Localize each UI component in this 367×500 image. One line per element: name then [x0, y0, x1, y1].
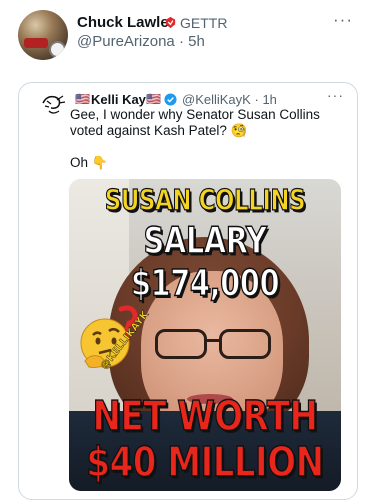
gettr-logo-icon	[165, 16, 176, 29]
glasses-right-lens	[219, 329, 271, 359]
us-flag-left: 🇺🇸	[75, 92, 90, 106]
meme-headline-salary: SALARY $174,000	[130, 218, 280, 305]
avatar-car-image	[24, 38, 48, 48]
post-time[interactable]: 5h	[188, 33, 205, 50]
separator-dot: ·	[178, 33, 184, 50]
meme-image[interactable]: SUSAN COLLINS SALARY $174,000 @KELLIKAYK…	[69, 179, 341, 491]
quoted-post-text: Gee, I wonder why Senator Susan Collins …	[70, 107, 320, 138]
quoted-author-avatar[interactable]	[37, 91, 69, 123]
author-handle[interactable]: @PureArizona	[77, 33, 175, 50]
separator-dot: ·	[254, 92, 259, 107]
quoted-more-options-icon[interactable]: ···	[327, 87, 344, 103]
quoted-handle-line: @KelliKayK · 1h	[182, 92, 277, 107]
quoted-post-time[interactable]: 1h	[262, 92, 276, 107]
post-header: Chuck Lawler GETTR @PureArizona · 5h ···	[0, 0, 367, 70]
quoted-author-handle[interactable]: @KelliKayK	[182, 92, 251, 107]
handle-line: @PureArizona · 5h	[77, 33, 205, 50]
meme-headline-networth-amount: $40 MILLION	[86, 438, 325, 487]
pointing-down-emoji: 👇	[91, 155, 108, 170]
us-flag-right: 🇺🇸	[146, 92, 161, 106]
meme-headline-networth-label: NET WORTH	[92, 392, 319, 441]
glasses-left-lens	[155, 329, 207, 359]
meme-headline-name: SUSAN COLLINS	[104, 184, 306, 218]
quoted-post-text-line2: Oh 👇	[70, 155, 108, 171]
verified-badge-icon	[164, 93, 177, 106]
avatar-seal-icon	[49, 41, 66, 58]
quoted-author-name[interactable]: Kelli Kay	[91, 92, 146, 107]
glasses-bridge	[206, 339, 220, 342]
author-name[interactable]: Chuck Lawler	[77, 14, 175, 31]
quoted-post-card[interactable]: 🇺🇸 Kelli Kay 🇺🇸 @KelliKayK · 1h ··· Gee,…	[18, 82, 358, 500]
author-avatar[interactable]	[18, 10, 68, 60]
oh-text: Oh	[70, 155, 89, 170]
platform-label: GETTR	[180, 15, 228, 31]
more-options-icon[interactable]: ···	[333, 10, 353, 30]
